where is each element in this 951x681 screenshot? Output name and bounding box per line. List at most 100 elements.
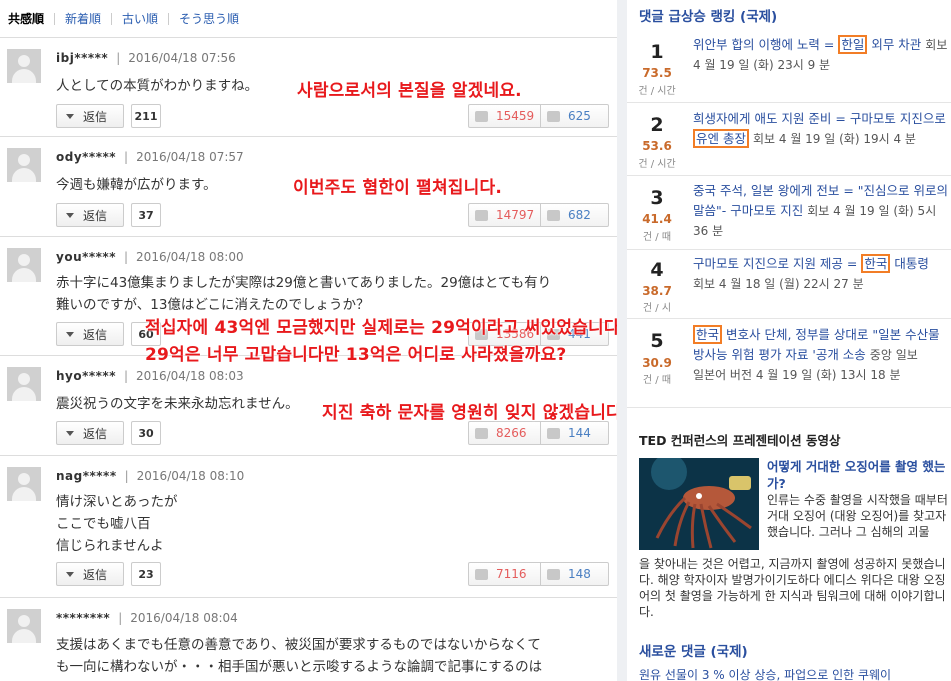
rank-item[interactable]: 2 53.6 건 / 시간 희생자에게 애도 지원 준비 = 구마모토 지진으로… [627, 104, 951, 176]
reply-label: 返信 [83, 327, 108, 342]
rank-item[interactable]: 3 41.4 건 / 때 중국 주석, 일본 왕에게 전보 = "진심으로 위로… [627, 177, 951, 250]
rank-unit: 건 / 시 [642, 303, 672, 314]
sidebar: 댓글 급상승 랭킹 (국제) 1 73.5 건 / 시간 위안부 합의 이행에 … [617, 0, 951, 681]
reply-count[interactable]: 37 [131, 203, 161, 227]
comment-item: ******** | 2016/04/18 08:04 支援はあくまでも任意の善意で… [0, 599, 617, 681]
thumbs-up-icon [475, 427, 488, 439]
agree-button[interactable]: 14797 [469, 204, 541, 226]
rank-unit: 건 / 때 [642, 375, 672, 386]
rank-number: 5 [650, 330, 664, 352]
comment-date: 2016/04/18 07:56 [128, 51, 236, 65]
agree-count: 15459 [496, 109, 535, 123]
highlight-box: 한일 [838, 35, 868, 54]
rank-headline[interactable]: 위안부 합의 이행에 노력 = 한일 외무 차관 회보 4 월 19 일 (화)… [693, 35, 949, 75]
rank-score: 41.4 [642, 212, 672, 226]
ranking-title: 댓글 급상승 랭킹 (국제) [639, 9, 778, 25]
rank-number: 4 [650, 259, 664, 281]
new-comment-link[interactable]: 원유 선물이 3 % 이상 상승, 파업으로 인한 쿠웨이 [639, 666, 891, 681]
agree-count: 8266 [496, 426, 527, 440]
reply-button[interactable]: 返信 [56, 562, 124, 586]
comment-meta: hyo***** | 2016/04/18 08:03 [56, 369, 244, 383]
translation-annotation: 지진 축하 문자를 영원히 잊지 않겠습니다. [322, 403, 629, 423]
reply-count[interactable]: 211 [131, 104, 161, 128]
comment-date: 2016/04/18 08:04 [130, 611, 238, 625]
sort-agree[interactable]: そう思う順 [168, 12, 249, 25]
reply-count[interactable]: 23 [131, 562, 161, 586]
new-comments-title: 새로운 댓글 (국제) [639, 644, 748, 660]
caret-down-icon [66, 430, 74, 436]
rank-item[interactable]: 1 73.5 건 / 시간 위안부 합의 이행에 노력 = 한일 외무 차관 회… [627, 28, 951, 103]
rank-unit: 건 / 때 [642, 232, 672, 243]
agree-button[interactable]: 8266 [469, 422, 541, 444]
sort-empathy[interactable]: 共感順 [8, 13, 54, 25]
comment-text: も一向に構わないが・・・相手国が悪いと示唆するような論調で記事にするのは [56, 659, 543, 675]
reply-label: 返信 [83, 567, 108, 582]
ted-summary: 인류는 수중 촬영을 시작했을 때부터 거대 오징어 (대왕 오징어)를 찾고자… [767, 493, 948, 539]
translation-annotation: 사람으로서의 본질을 알겠네요. [297, 81, 522, 101]
comment-item: nag***** | 2016/04/18 08:10 情け深いとあったが ここでも… [0, 457, 617, 598]
comment-user: you***** [56, 250, 116, 264]
comment-user: ******** [56, 611, 111, 625]
squid-image-icon [639, 458, 759, 550]
agree-button[interactable]: 7116 [469, 563, 541, 585]
comment-panel: 共感順 新着順 古い順 そう思う順 ibj***** | 2016/04/18 07… [0, 0, 628, 681]
disagree-button[interactable]: 148 [541, 563, 608, 585]
disagree-button[interactable]: 144 [541, 422, 608, 444]
comment-text: 震災祝うの文字を未来永劫忘れません。 [56, 396, 299, 412]
disagree-button[interactable]: 625 [541, 105, 608, 127]
reply-button[interactable]: 返信 [56, 421, 124, 445]
comment-user: ibj***** [56, 51, 109, 65]
translation-annotation: 29억은 너무 고맙습니다만 13억은 어디로 사라졌을까요? [145, 345, 567, 365]
reply-button[interactable]: 返信 [56, 203, 124, 227]
thumbs-up-icon [475, 568, 488, 580]
rank-score: 73.5 [642, 66, 672, 80]
rank-source: 회보 4 월 19 일 (화) 19시 4 분 [752, 132, 916, 146]
comment-text: 支援はあくまでも任意の善意であり、被災国が要求するものではないからなくて [56, 637, 541, 653]
avatar [7, 467, 41, 501]
comment-text: ここでも嘘八百 [56, 516, 151, 532]
rank-unit: 건 / 시간 [638, 86, 676, 97]
comment-text: 赤十字に43億集まりましたが実際は29億と書いてありました。29億はとても有り [56, 275, 552, 291]
rank-source: 회보 4 월 18 일 (월) 22시 27 분 [693, 277, 864, 291]
agree-count: 14797 [496, 208, 535, 222]
vote-box: 14797 682 [468, 203, 609, 227]
avatar [7, 609, 41, 643]
comment-text: 今週も嫌韓が広がります。 [56, 177, 217, 193]
reply-button[interactable]: 返信 [56, 104, 124, 128]
reply-count[interactable]: 30 [131, 421, 161, 445]
comment-user: hyo***** [56, 369, 116, 383]
avatar [7, 49, 41, 83]
rank-headline[interactable]: 중국 주석, 일본 왕에게 전보 = "진심으로 위로의 말씀"- 구마모토 지… [693, 181, 949, 241]
disagree-count: 144 [568, 426, 591, 440]
thumbs-up-icon [475, 209, 488, 221]
agree-button[interactable]: 15459 [469, 105, 541, 127]
sort-bar: 共感順 新着順 古い順 そう思う順 [0, 0, 617, 38]
giant-squid-thumbnail[interactable] [639, 458, 759, 550]
comment-meta: ******** | 2016/04/18 08:04 [56, 611, 238, 625]
reply-button[interactable]: 返信 [56, 322, 124, 346]
avatar [7, 148, 41, 182]
rank-score: 30.9 [642, 356, 672, 370]
highlight-box: 한국 [693, 325, 723, 344]
rank-item[interactable]: 5 30.9 건 / 때 한국 변호사 단체, 정부를 상대로 "일본 수산물 … [627, 320, 951, 408]
disagree-button[interactable]: 682 [541, 204, 608, 226]
comment-meta: ody***** | 2016/04/18 07:57 [56, 150, 244, 164]
rank-headline[interactable]: 한국 변호사 단체, 정부를 상대로 "일본 수산물 방사능 위험 평가 자료 … [693, 325, 949, 385]
avatar [7, 367, 41, 401]
sort-oldest[interactable]: 古い順 [111, 12, 168, 25]
rank-score: 38.7 [642, 284, 672, 298]
rank-headline[interactable]: 희생자에게 애도 지원 준비 = 구마모토 지진으로 유엔 총장 회보 4 월 … [693, 109, 949, 149]
disagree-count: 148 [568, 567, 591, 581]
sort-newest[interactable]: 新着順 [54, 12, 111, 25]
thumbs-down-icon [547, 209, 560, 221]
ted-headline[interactable]: 어떻게 거대한 오징어를 촬영 했는가? [767, 458, 951, 492]
rank-item[interactable]: 4 38.7 건 / 시 구마모토 지진으로 지원 제공 = 한국 대통령 회보… [627, 251, 951, 319]
rank-headline[interactable]: 구마모토 지진으로 지원 제공 = 한국 대통령 회보 4 월 18 일 (월)… [693, 254, 949, 294]
rank-number: 2 [650, 114, 664, 136]
thumbs-down-icon [547, 110, 560, 122]
ted-summary: 을 찾아내는 것은 어렵고, 지금까지 촬영에 성공하지 못했습니다. 해양 학… [639, 557, 946, 619]
vote-box: 8266 144 [468, 421, 609, 445]
rank-number: 3 [650, 187, 664, 209]
caret-down-icon [66, 212, 74, 218]
comment-date: 2016/04/18 08:03 [136, 369, 244, 383]
